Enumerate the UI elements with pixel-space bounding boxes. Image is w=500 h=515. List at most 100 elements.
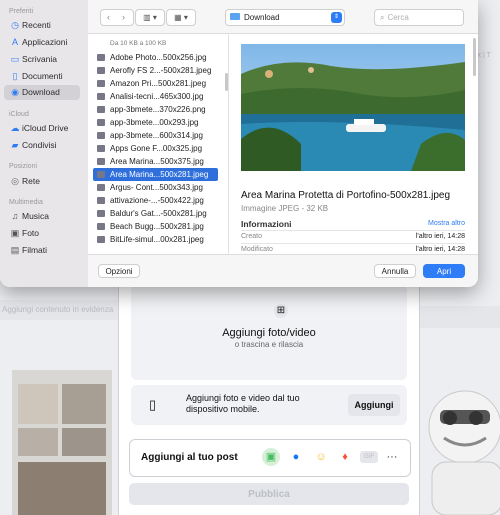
check-in-icon[interactable]: ♦ xyxy=(336,448,354,466)
photo-dropzone[interactable]: ⊞ Aggiungi foto/video o trascina e rilas… xyxy=(131,285,407,380)
file-row[interactable]: Baldur's Gat...-500x281.jpg xyxy=(93,207,218,220)
grid-view-button[interactable]: ▦ ▾ xyxy=(166,9,196,26)
file-name: Aerofly FS 2...-500x281.jpeg xyxy=(110,66,212,75)
sidebar-item-shared[interactable]: ▰ Condivisi xyxy=(4,138,80,153)
sidebar-item-network[interactable]: ◎ Rete xyxy=(4,174,80,189)
sidebar-item-music[interactable]: ♫ Musica xyxy=(4,209,80,224)
show-more-link[interactable]: Mostra altro xyxy=(428,220,465,227)
file-name: BitLife-simul...00x281.jpeg xyxy=(110,235,204,244)
background-tab-text: ix | T xyxy=(476,52,491,59)
divider xyxy=(241,230,465,231)
file-row[interactable]: Amazon Pri...500x281.jpeg xyxy=(93,77,218,90)
file-row[interactable]: attivazione-...-500x422.jpg xyxy=(93,194,218,207)
info-key-created: Creato xyxy=(241,233,263,240)
document-icon: ▯ xyxy=(12,71,18,81)
sidebar-section-media: Multimedia xyxy=(9,199,43,206)
file-row[interactable]: BitLife-simul...00x281.jpeg xyxy=(93,233,218,246)
file-row[interactable]: Adobe Photo...500x256.jpg xyxy=(93,51,218,64)
file-row[interactable]: Beach Bugg...500x281.jpg xyxy=(93,220,218,233)
sidebar-item-photos[interactable]: ▣ Foto xyxy=(4,226,80,241)
columns-icon: ▥ ▾ xyxy=(143,13,157,22)
sidebar-item-label: Filmati xyxy=(22,245,48,255)
file-row[interactable]: app-3bmete...00x293.jpg xyxy=(93,116,218,129)
image-file-icon xyxy=(97,184,105,191)
file-row[interactable]: Analisi-tecni...465x300.jpg xyxy=(93,90,218,103)
column-view-button[interactable]: ▥ ▾ xyxy=(135,9,165,26)
info-value-modified: l'altro ieri, 14:28 xyxy=(415,246,465,253)
image-file-icon xyxy=(97,93,105,100)
sidebar-item-documents[interactable]: ▯ Documenti xyxy=(4,69,80,84)
tag-people-icon[interactable]: ● xyxy=(287,448,305,466)
photo-icon: ▣ xyxy=(10,228,20,238)
sidebar-item-label: Foto xyxy=(22,228,40,238)
file-row[interactable]: app-3bmete...600x314.jpg xyxy=(93,129,218,142)
sidebar-item-label: Rete xyxy=(22,176,40,186)
search-field[interactable]: ⌕ Cerca xyxy=(374,9,464,26)
file-name: Adobe Photo...500x256.jpg xyxy=(110,53,207,62)
feeling-icon[interactable]: ☺ xyxy=(312,448,330,466)
more-options-icon[interactable]: ··· xyxy=(383,448,401,466)
mobile-upload-text: Aggiungi foto e video dal tuo dispositiv… xyxy=(186,393,300,414)
cancel-button[interactable]: Annulla xyxy=(374,264,416,278)
add-from-mobile-button[interactable]: Aggiungi xyxy=(348,394,400,416)
desktop-icon: ▭ xyxy=(10,54,20,64)
gif-icon[interactable]: GIF xyxy=(360,451,378,463)
file-list: Da 10 KB a 100 KB Adobe Photo...500x256.… xyxy=(88,34,228,254)
add-photo-icon: ⊞ xyxy=(274,304,288,318)
mobile-upload-box: ▯ Aggiungi foto e video dal tuo disposit… xyxy=(131,385,407,425)
sidebar-item-downloads[interactable]: ◉ Download xyxy=(4,85,80,100)
file-row[interactable]: Argus- Cont...500x343.jpg xyxy=(93,181,218,194)
file-name: Analisi-tecni...465x300.jpg xyxy=(110,92,204,101)
phone-icon: ▯ xyxy=(149,397,157,412)
file-row[interactable]: app-3bmete...370x226.png xyxy=(93,103,218,116)
preview-scrollbar[interactable] xyxy=(473,38,476,76)
background-featured-strip: Aggiungi contenuto in evidenza xyxy=(0,300,122,320)
back-icon[interactable]: ‹ xyxy=(101,10,116,25)
open-button[interactable]: Apri xyxy=(423,264,465,278)
preview-image xyxy=(241,44,465,171)
file-name: Argus- Cont...500x343.jpg xyxy=(110,183,203,192)
photo-video-icon[interactable]: ▣ xyxy=(262,448,280,466)
sidebar-item-label: Scrivania xyxy=(22,54,57,64)
publish-button[interactable]: Pubblica xyxy=(129,483,409,505)
navigation-buttons: ‹ › xyxy=(100,9,134,26)
image-file-icon xyxy=(97,54,105,61)
file-row[interactable]: Area Marina...500x281.jpeg xyxy=(93,168,218,181)
file-name: app-3bmete...600x314.jpg xyxy=(110,131,203,140)
file-row[interactable]: Aerofly FS 2...-500x281.jpeg xyxy=(93,64,218,77)
image-file-icon xyxy=(97,106,105,113)
image-file-icon xyxy=(97,145,105,152)
network-icon: ◎ xyxy=(11,176,19,186)
file-row[interactable]: Area Marina...500x375.jpg xyxy=(93,155,218,168)
file-name: Beach Bugg...500x281.jpg xyxy=(110,222,204,231)
sidebar-item-applications[interactable]: A Applicazioni xyxy=(4,35,80,50)
file-preview-pane: Area Marina Protetta di Portofino-500x28… xyxy=(228,34,478,254)
info-key-modified: Modificato xyxy=(241,246,273,253)
sidebar-item-icloud-drive[interactable]: ☁ iCloud Drive xyxy=(4,121,80,136)
sidebar-section-favorites: Preferiti xyxy=(9,8,34,15)
file-name: Apps Gone F...00x325.jpg xyxy=(110,144,203,153)
search-placeholder: Cerca xyxy=(387,13,409,22)
sidebar-item-desktop[interactable]: ▭ Scrivania xyxy=(4,52,80,67)
download-icon: ◉ xyxy=(11,87,19,97)
sidebar-item-label: iCloud Drive xyxy=(22,123,69,133)
location-select[interactable]: Download ⇕ xyxy=(225,9,345,26)
grid-icon: ▦ ▾ xyxy=(174,13,188,22)
forward-icon[interactable]: › xyxy=(116,10,131,25)
search-icon: ⌕ xyxy=(380,13,385,22)
image-file-icon xyxy=(97,223,105,230)
image-file-icon xyxy=(97,80,105,87)
image-file-icon xyxy=(97,210,105,217)
dialog-sidebar: Preferiti ◷ Recenti A Applicazioni ▭ Scriva… xyxy=(0,0,88,287)
image-file-icon xyxy=(97,158,105,165)
sidebar-item-label: Recenti xyxy=(22,20,51,30)
sidebar-item-recent[interactable]: ◷ Recenti xyxy=(4,18,80,33)
sidebar-item-label: Applicazioni xyxy=(22,37,68,47)
dropzone-title: Aggiungi foto/video xyxy=(222,327,316,339)
info-heading: Informazioni xyxy=(241,219,292,229)
file-row[interactable]: Apps Gone F...00x325.jpg xyxy=(93,142,218,155)
file-name: Amazon Pri...500x281.jpeg xyxy=(110,79,207,88)
sidebar-item-movies[interactable]: ▤ Filmati xyxy=(4,243,80,258)
sidebar-section-locations: Posizioni xyxy=(9,163,38,170)
options-button[interactable]: Opzioni xyxy=(98,264,140,278)
